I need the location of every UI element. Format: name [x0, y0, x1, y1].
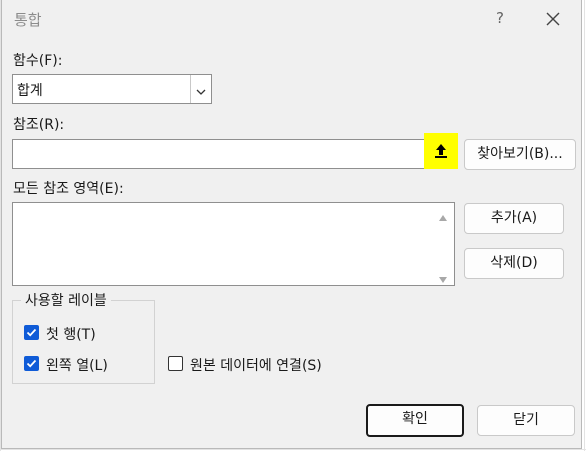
check-icon: [26, 328, 37, 337]
reference-label: 참조(R):: [13, 117, 65, 133]
top-row-label: 첫 행(T): [46, 327, 96, 343]
consolidate-dialog: 통합 ? 함수(F): 합계 참조(R): 찾아보기(B)... 모든 참조 영…: [1, 0, 582, 449]
all-references-label: 모든 참조 영역(E):: [13, 181, 124, 197]
top-row-checkbox[interactable]: [24, 325, 39, 340]
scroll-down-icon[interactable]: [438, 270, 448, 283]
add-button[interactable]: 추가(A): [464, 203, 564, 234]
dialog-title: 통합: [14, 11, 42, 29]
close-icon[interactable]: [542, 8, 564, 30]
use-labels-title: 사용할 레이블: [21, 290, 111, 310]
ok-button[interactable]: 확인: [366, 404, 464, 437]
close-button[interactable]: 닫기: [477, 405, 575, 436]
reference-input[interactable]: [12, 139, 457, 169]
scroll-up-icon[interactable]: [438, 208, 448, 221]
browse-button[interactable]: 찾아보기(B)...: [464, 139, 576, 170]
sheet-gridline: [0, 449, 586, 450]
check-icon: [26, 359, 37, 368]
collapse-dialog-button[interactable]: [424, 133, 458, 169]
screen: 통합 ? 함수(F): 합계 참조(R): 찾아보기(B)... 모든 참조 영…: [0, 0, 586, 451]
function-label: 함수(F):: [13, 53, 63, 69]
delete-button[interactable]: 삭제(D): [464, 248, 564, 279]
help-button[interactable]: ?: [490, 8, 510, 28]
link-to-source-checkbox[interactable]: [168, 356, 183, 371]
function-selected: 합계: [17, 83, 43, 99]
link-to-source-label: 원본 데이터에 연결(S): [190, 358, 322, 374]
sheet-gridline: [584, 0, 585, 451]
upload-arrow-icon: [435, 144, 447, 158]
dropdown-divider: [190, 75, 191, 103]
all-references-list[interactable]: [12, 202, 455, 286]
title-bar: 통합 ?: [2, 0, 581, 38]
left-column-label: 왼쪽 열(L): [46, 358, 108, 374]
left-column-checkbox[interactable]: [24, 356, 39, 371]
chevron-down-icon[interactable]: [194, 83, 208, 95]
function-dropdown[interactable]: 합계: [12, 74, 212, 104]
